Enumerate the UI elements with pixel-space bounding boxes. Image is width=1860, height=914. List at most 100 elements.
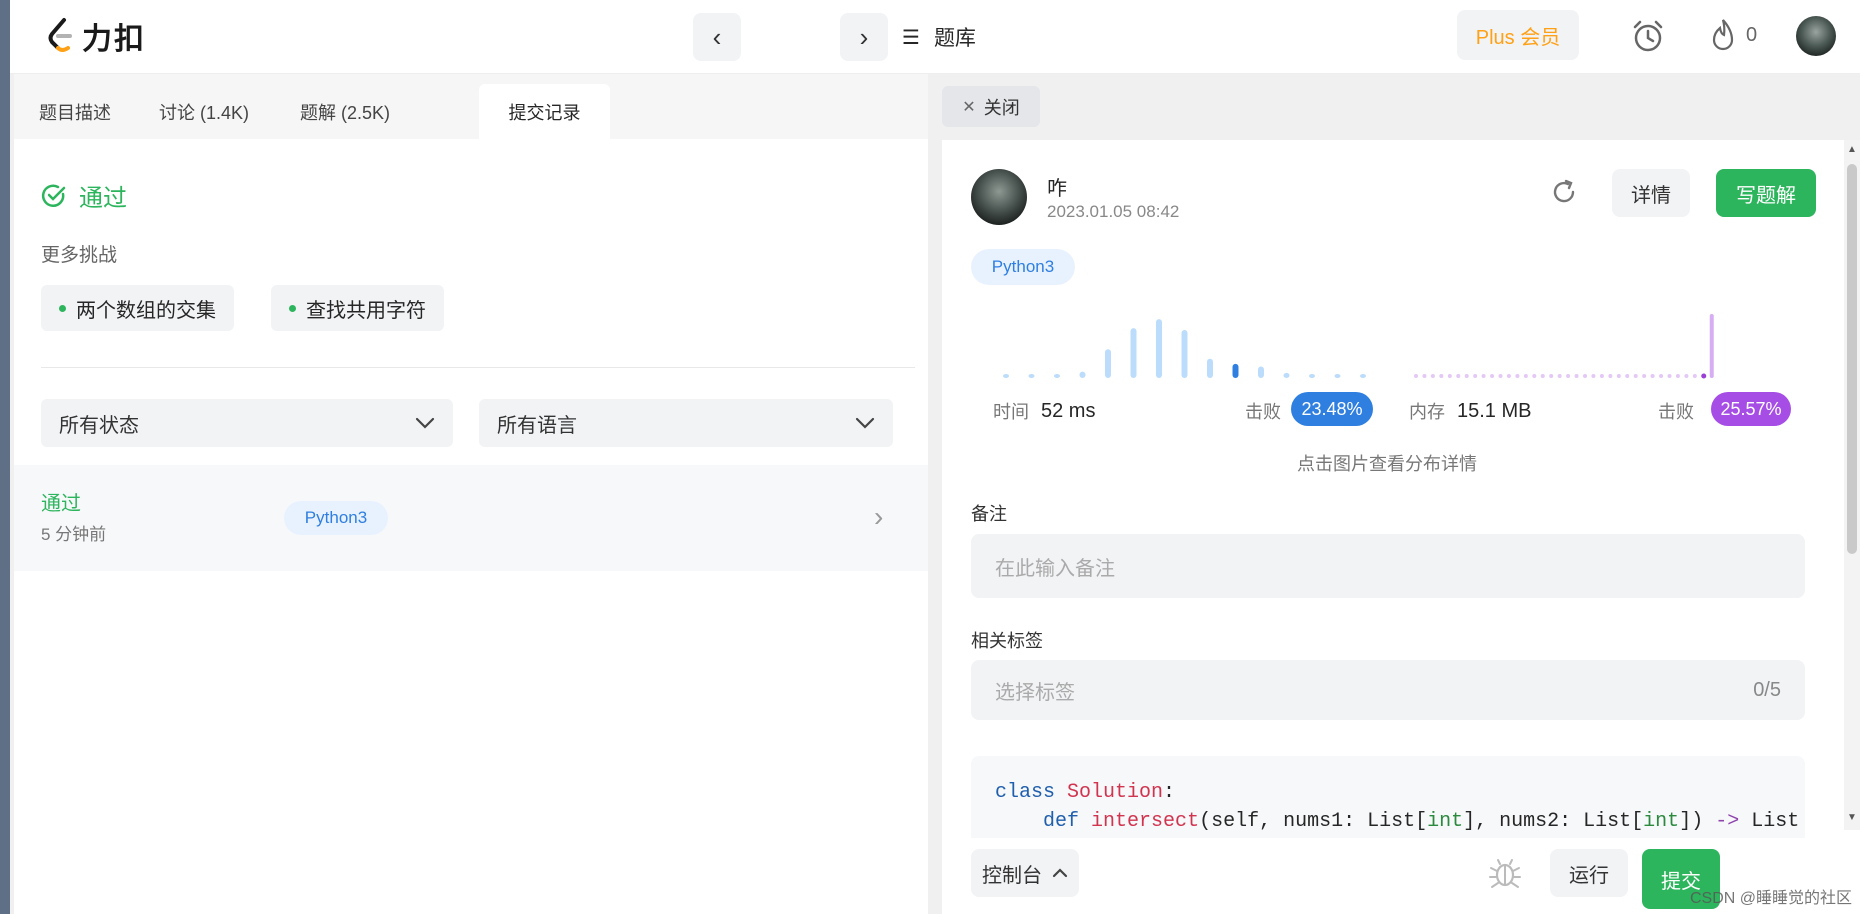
- scrollbar-thumb[interactable]: [1847, 164, 1857, 554]
- memory-bar: [1549, 374, 1554, 378]
- runtime-beats-label: 击败: [1245, 398, 1281, 424]
- runtime-beats-pill: 23.48%: [1291, 392, 1373, 426]
- tab-discussion[interactable]: 讨论 (1.4K): [139, 84, 269, 139]
- memory-bar: [1532, 374, 1537, 378]
- memory-bar: [1430, 374, 1435, 378]
- scroll-up-icon[interactable]: ▲: [1847, 144, 1857, 155]
- memory-distribution-dots: [1414, 314, 1714, 379]
- streak-counter[interactable]: 0: [1710, 18, 1757, 52]
- memory-bar: [1557, 374, 1562, 378]
- chevron-right-icon: ›: [859, 21, 869, 52]
- note-placeholder: 在此输入备注: [995, 557, 1115, 580]
- runtime-label: 时间: [993, 402, 1029, 422]
- memory-bar: [1523, 374, 1528, 378]
- fire-icon: [1712, 19, 1734, 51]
- runtime-bar: [1054, 374, 1060, 378]
- user-avatar[interactable]: [1796, 16, 1836, 56]
- tab-description[interactable]: 题目描述: [22, 84, 128, 139]
- alarm-clock-icon[interactable]: [1630, 18, 1666, 54]
- submission-row[interactable]: 通过 5 分钟前 Python3 ›: [14, 465, 928, 571]
- runtime-bar: [1028, 374, 1035, 378]
- note-input[interactable]: 在此输入备注: [971, 534, 1805, 598]
- chevron-down-icon: [415, 417, 435, 429]
- memory-bar: [1633, 374, 1638, 378]
- memory-beats-pill: 25.57%: [1711, 392, 1791, 426]
- language-filter-value: 所有语言: [497, 414, 577, 437]
- memory-bar: [1675, 374, 1680, 378]
- author-avatar[interactable]: [971, 169, 1027, 225]
- runtime-bar: [1003, 374, 1009, 378]
- code-function-name: intersect: [1091, 810, 1200, 833]
- problem-tabs: 题目描述 讨论 (1.4K) 题解 (2.5K) 提交记录: [14, 74, 928, 139]
- memory-bar: [1515, 374, 1520, 378]
- watermark: CSDN @睡睡觉的社区: [1690, 890, 1853, 907]
- runtime-bar: [1156, 319, 1162, 378]
- result-status-label: 通过: [79, 185, 127, 212]
- runtime-bar: [1079, 371, 1086, 378]
- refresh-button[interactable]: [1542, 170, 1586, 214]
- panel-resize-handle[interactable]: [928, 74, 940, 914]
- code-keyword: class: [995, 781, 1056, 804]
- chevron-up-icon: [1052, 868, 1068, 878]
- tags-select[interactable]: 选择标签 0/5: [971, 660, 1805, 720]
- problem-list-button[interactable]: ☰ 题库: [902, 22, 976, 52]
- challenge-chip[interactable]: 两个数组的交集: [41, 285, 234, 331]
- scrollbar[interactable]: ▲ ▼: [1844, 140, 1860, 830]
- submission-status: 通过: [41, 493, 81, 515]
- tags-count: 0/5: [1753, 678, 1781, 701]
- memory-label: 内存: [1409, 402, 1445, 422]
- scroll-down-icon[interactable]: ▼: [1847, 812, 1857, 823]
- memory-bar: [1667, 374, 1672, 378]
- divider: [41, 367, 915, 368]
- plus-membership-label: Plus 会员: [1475, 26, 1561, 49]
- runtime-bar: [1283, 372, 1290, 378]
- tab-submissions[interactable]: 提交记录: [479, 84, 610, 139]
- submission-date: 2023.01.05 08:42: [1047, 202, 1180, 221]
- next-problem-button[interactable]: ›: [840, 13, 888, 61]
- challenge-chip[interactable]: 查找共用字符: [271, 285, 444, 331]
- status-filter-select[interactable]: 所有状态: [41, 399, 453, 447]
- author-name: 咋: [1047, 178, 1067, 200]
- close-tab-label: 关闭: [983, 97, 1020, 118]
- plus-membership-button[interactable]: Plus 会员: [1457, 10, 1579, 60]
- memory-bar: [1583, 374, 1587, 378]
- memory-bar: [1464, 374, 1469, 378]
- chip-dot: [59, 304, 66, 312]
- memory-bar: [1650, 374, 1655, 378]
- details-button[interactable]: 详情: [1612, 169, 1690, 217]
- logo[interactable]: 力扣: [44, 14, 146, 58]
- memory-bar: [1616, 374, 1621, 378]
- language-filter-select[interactable]: 所有语言: [479, 399, 893, 447]
- memory-bar: [1481, 374, 1486, 378]
- chevron-right-icon: ›: [874, 501, 884, 532]
- memory-stat: 内存 15.1 MB: [1409, 398, 1531, 424]
- bug-icon[interactable]: [1488, 856, 1522, 890]
- runtime-bar: [1258, 366, 1264, 378]
- memory-bar: [1684, 374, 1689, 378]
- console-toggle-button[interactable]: 控制台: [971, 849, 1079, 897]
- left-panel: 题目描述 讨论 (1.4K) 题解 (2.5K) 提交记录 通过 更多挑战 两个…: [14, 74, 928, 914]
- chevron-left-icon: ‹: [712, 21, 722, 52]
- top-navbar: 力扣 ‹ ☰ 题库 › Plus 会员 0: [10, 0, 1860, 74]
- memory-bar: [1591, 374, 1596, 378]
- code-keyword: def: [1043, 810, 1080, 833]
- memory-bar: [1709, 314, 1714, 378]
- memory-bar: [1422, 374, 1427, 378]
- memory-bar: [1574, 374, 1579, 378]
- memory-bar: [1490, 374, 1495, 378]
- memory-bar: [1625, 374, 1630, 378]
- console-label: 控制台: [982, 864, 1042, 887]
- memory-bar: [1642, 374, 1647, 378]
- memory-bar: [1506, 374, 1511, 378]
- submission-time: 5 分钟前: [41, 525, 107, 544]
- write-solution-button[interactable]: 写题解: [1716, 169, 1816, 217]
- runtime-stat: 时间 52 ms: [993, 398, 1095, 424]
- run-button[interactable]: 运行: [1550, 849, 1628, 897]
- runtime-bar: [1105, 349, 1111, 378]
- runtime-bar: [1207, 358, 1213, 378]
- more-challenges-heading: 更多挑战: [41, 245, 118, 266]
- tab-solutions[interactable]: 题解 (2.5K): [280, 84, 410, 139]
- prev-problem-button[interactable]: ‹: [693, 13, 741, 61]
- close-tab-button[interactable]: ✕ 关闭: [942, 86, 1040, 127]
- runtime-bar: [1309, 374, 1315, 378]
